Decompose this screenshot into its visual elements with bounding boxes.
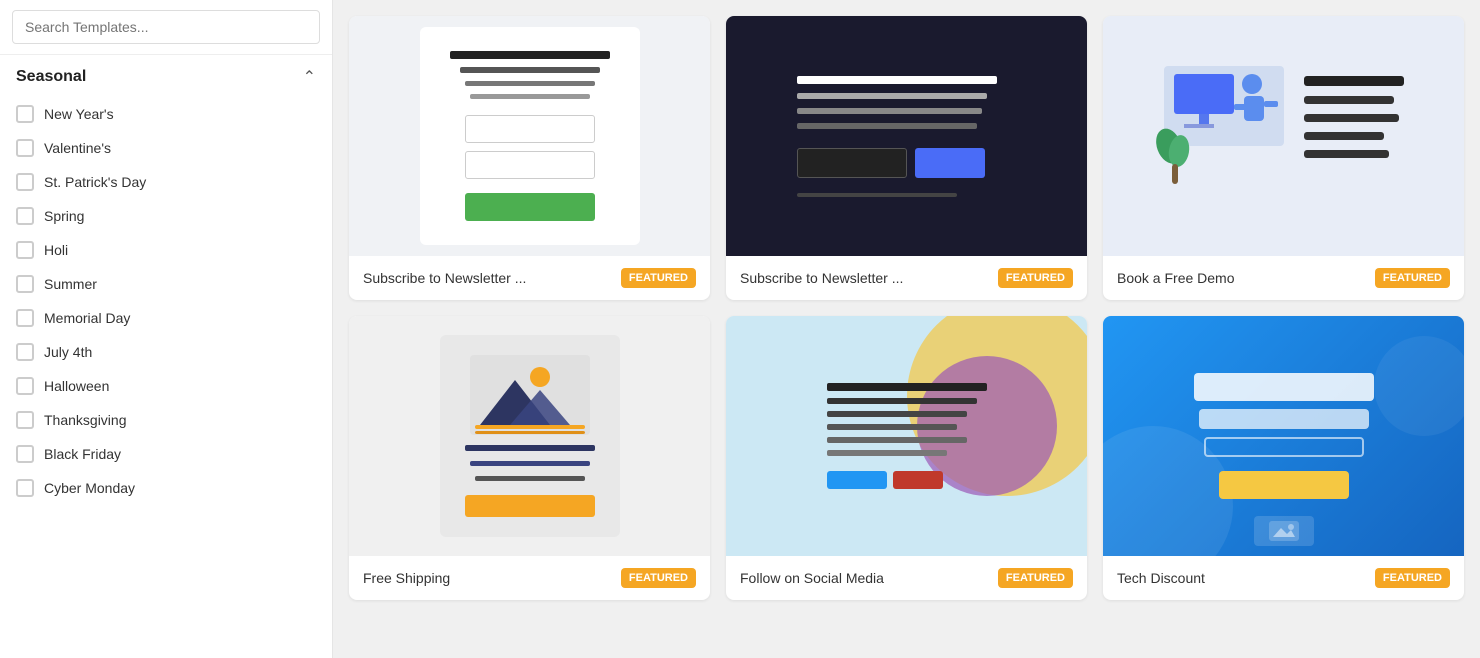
sidebar-item-label: New Year's (44, 106, 114, 122)
sidebar-item-label: St. Patrick's Day (44, 174, 146, 190)
sidebar-item-july-4th[interactable]: July 4th (0, 335, 332, 369)
card-footer: Subscribe to Newsletter ... FEATURED (726, 256, 1087, 300)
sidebar-item-new-year-s[interactable]: New Year's (0, 97, 332, 131)
featured-badge: FEATURED (1375, 268, 1450, 288)
checkbox[interactable] (16, 241, 34, 259)
featured-badge: FEATURED (1375, 568, 1450, 588)
card-preview (1103, 316, 1464, 556)
card-preview (349, 316, 710, 556)
checkbox[interactable] (16, 139, 34, 157)
checkbox[interactable] (16, 479, 34, 497)
featured-badge: FEATURED (998, 268, 1073, 288)
sidebar-item-cyber-monday[interactable]: Cyber Monday (0, 471, 332, 505)
template-card-book-demo[interactable]: Book a Free Demo FEATURED (1103, 16, 1464, 300)
sidebar: Seasonal ⌃ New Year's Valentine's St. Pa… (0, 0, 333, 658)
template-card-social[interactable]: Follow on Social Media FEATURED (726, 316, 1087, 600)
template-card-tech[interactable]: Tech Discount FEATURED (1103, 316, 1464, 600)
checkbox[interactable] (16, 173, 34, 191)
sidebar-item-st--patrick-s-day[interactable]: St. Patrick's Day (0, 165, 332, 199)
search-input[interactable] (12, 10, 320, 44)
card-footer: Tech Discount FEATURED (1103, 556, 1464, 600)
card-footer: Book a Free Demo FEATURED (1103, 256, 1464, 300)
sidebar-item-thanksgiving[interactable]: Thanksgiving (0, 403, 332, 437)
card-preview (349, 16, 710, 256)
checkbox[interactable] (16, 343, 34, 361)
template-card-shipping[interactable]: Free Shipping FEATURED (349, 316, 710, 600)
search-wrapper (0, 0, 332, 55)
featured-badge: FEATURED (621, 268, 696, 288)
card-title: Subscribe to Newsletter ... (740, 270, 990, 286)
card-title: Subscribe to Newsletter ... (363, 270, 613, 286)
card-title: Follow on Social Media (740, 570, 990, 586)
card-footer: Subscribe to Newsletter ... FEATURED (349, 256, 710, 300)
sidebar-item-holi[interactable]: Holi (0, 233, 332, 267)
card-title: Free Shipping (363, 570, 613, 586)
sidebar-item-label: Summer (44, 276, 97, 292)
sidebar-item-spring[interactable]: Spring (0, 199, 332, 233)
chevron-up-icon: ⌃ (303, 67, 316, 87)
sidebar-item-label: Spring (44, 208, 84, 224)
card-title: Tech Discount (1117, 570, 1367, 586)
card-preview (1103, 16, 1464, 256)
card-footer: Follow on Social Media FEATURED (726, 556, 1087, 600)
checkbox[interactable] (16, 275, 34, 293)
sidebar-item-valentine-s[interactable]: Valentine's (0, 131, 332, 165)
sidebar-item-halloween[interactable]: Halloween (0, 369, 332, 403)
sidebar-item-black-friday[interactable]: Black Friday (0, 437, 332, 471)
sidebar-item-memorial-day[interactable]: Memorial Day (0, 301, 332, 335)
sidebar-item-label: Valentine's (44, 140, 111, 156)
template-card-newsletter-dark[interactable]: Subscribe to Newsletter ... FEATURED (726, 16, 1087, 300)
sidebar-item-label: Holi (44, 242, 68, 258)
sidebar-item-label: Black Friday (44, 446, 121, 462)
checkbox[interactable] (16, 377, 34, 395)
sidebar-item-label: Thanksgiving (44, 412, 127, 428)
card-title: Book a Free Demo (1117, 270, 1367, 286)
checkbox[interactable] (16, 445, 34, 463)
sidebar-item-label: Cyber Monday (44, 480, 135, 496)
main-content: Subscribe to Newsletter ... FEATURED (333, 0, 1480, 658)
featured-badge: FEATURED (998, 568, 1073, 588)
sidebar-items-list: New Year's Valentine's St. Patrick's Day… (0, 97, 332, 505)
section-title: Seasonal (16, 68, 86, 86)
sidebar-item-label: Memorial Day (44, 310, 130, 326)
sidebar-item-summer[interactable]: Summer (0, 267, 332, 301)
checkbox[interactable] (16, 105, 34, 123)
checkbox[interactable] (16, 411, 34, 429)
card-preview (726, 16, 1087, 256)
sidebar-item-label: Halloween (44, 378, 109, 394)
seasonal-section-header[interactable]: Seasonal ⌃ (0, 55, 332, 97)
checkbox[interactable] (16, 309, 34, 327)
card-footer: Free Shipping FEATURED (349, 556, 710, 600)
template-card-newsletter-green[interactable]: Subscribe to Newsletter ... FEATURED (349, 16, 710, 300)
featured-badge: FEATURED (621, 568, 696, 588)
sidebar-item-label: July 4th (44, 344, 92, 360)
template-grid: Subscribe to Newsletter ... FEATURED (349, 16, 1464, 600)
checkbox[interactable] (16, 207, 34, 225)
card-preview (726, 316, 1087, 556)
